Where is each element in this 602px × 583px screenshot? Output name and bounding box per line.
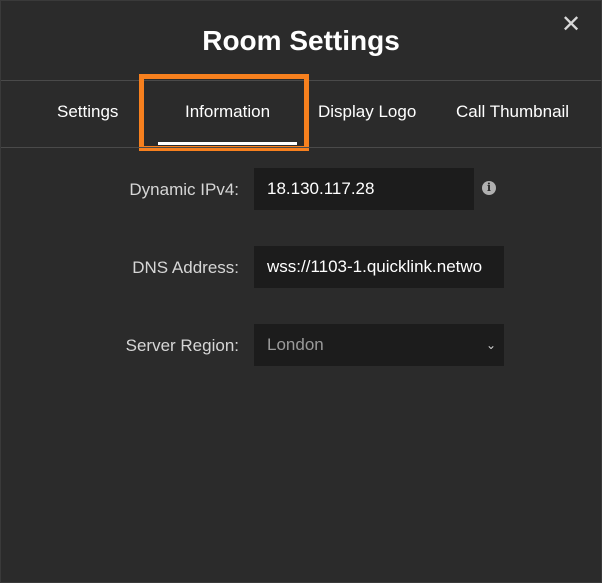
tab-settings[interactable]: Settings [57,102,118,122]
dialog-title: Room Settings [202,25,400,56]
tab-display-logo[interactable]: Display Logo [318,102,416,122]
server-region-value: London [267,335,324,354]
close-icon[interactable]: ✕ [559,13,583,37]
dns-label: DNS Address: [132,258,239,277]
highlight-box [139,74,309,151]
region-label: Server Region: [125,336,239,355]
ipv4-label: Dynamic IPv4: [129,180,239,199]
ipv4-field[interactable]: 18.130.117.28 [254,168,474,210]
chevron-down-icon: ⌄ [485,338,496,352]
room-settings-dialog: Room Settings ✕ Settings Information Dis… [0,0,602,583]
dns-field[interactable]: wss://1103-1.quicklink.netwo [254,246,504,288]
tab-call-thumbnail[interactable]: Call Thumbnail [456,102,569,122]
tabs-divider [1,147,601,148]
server-region-select[interactable]: London ⌄ [254,324,504,366]
info-icon[interactable]: i [482,181,496,195]
